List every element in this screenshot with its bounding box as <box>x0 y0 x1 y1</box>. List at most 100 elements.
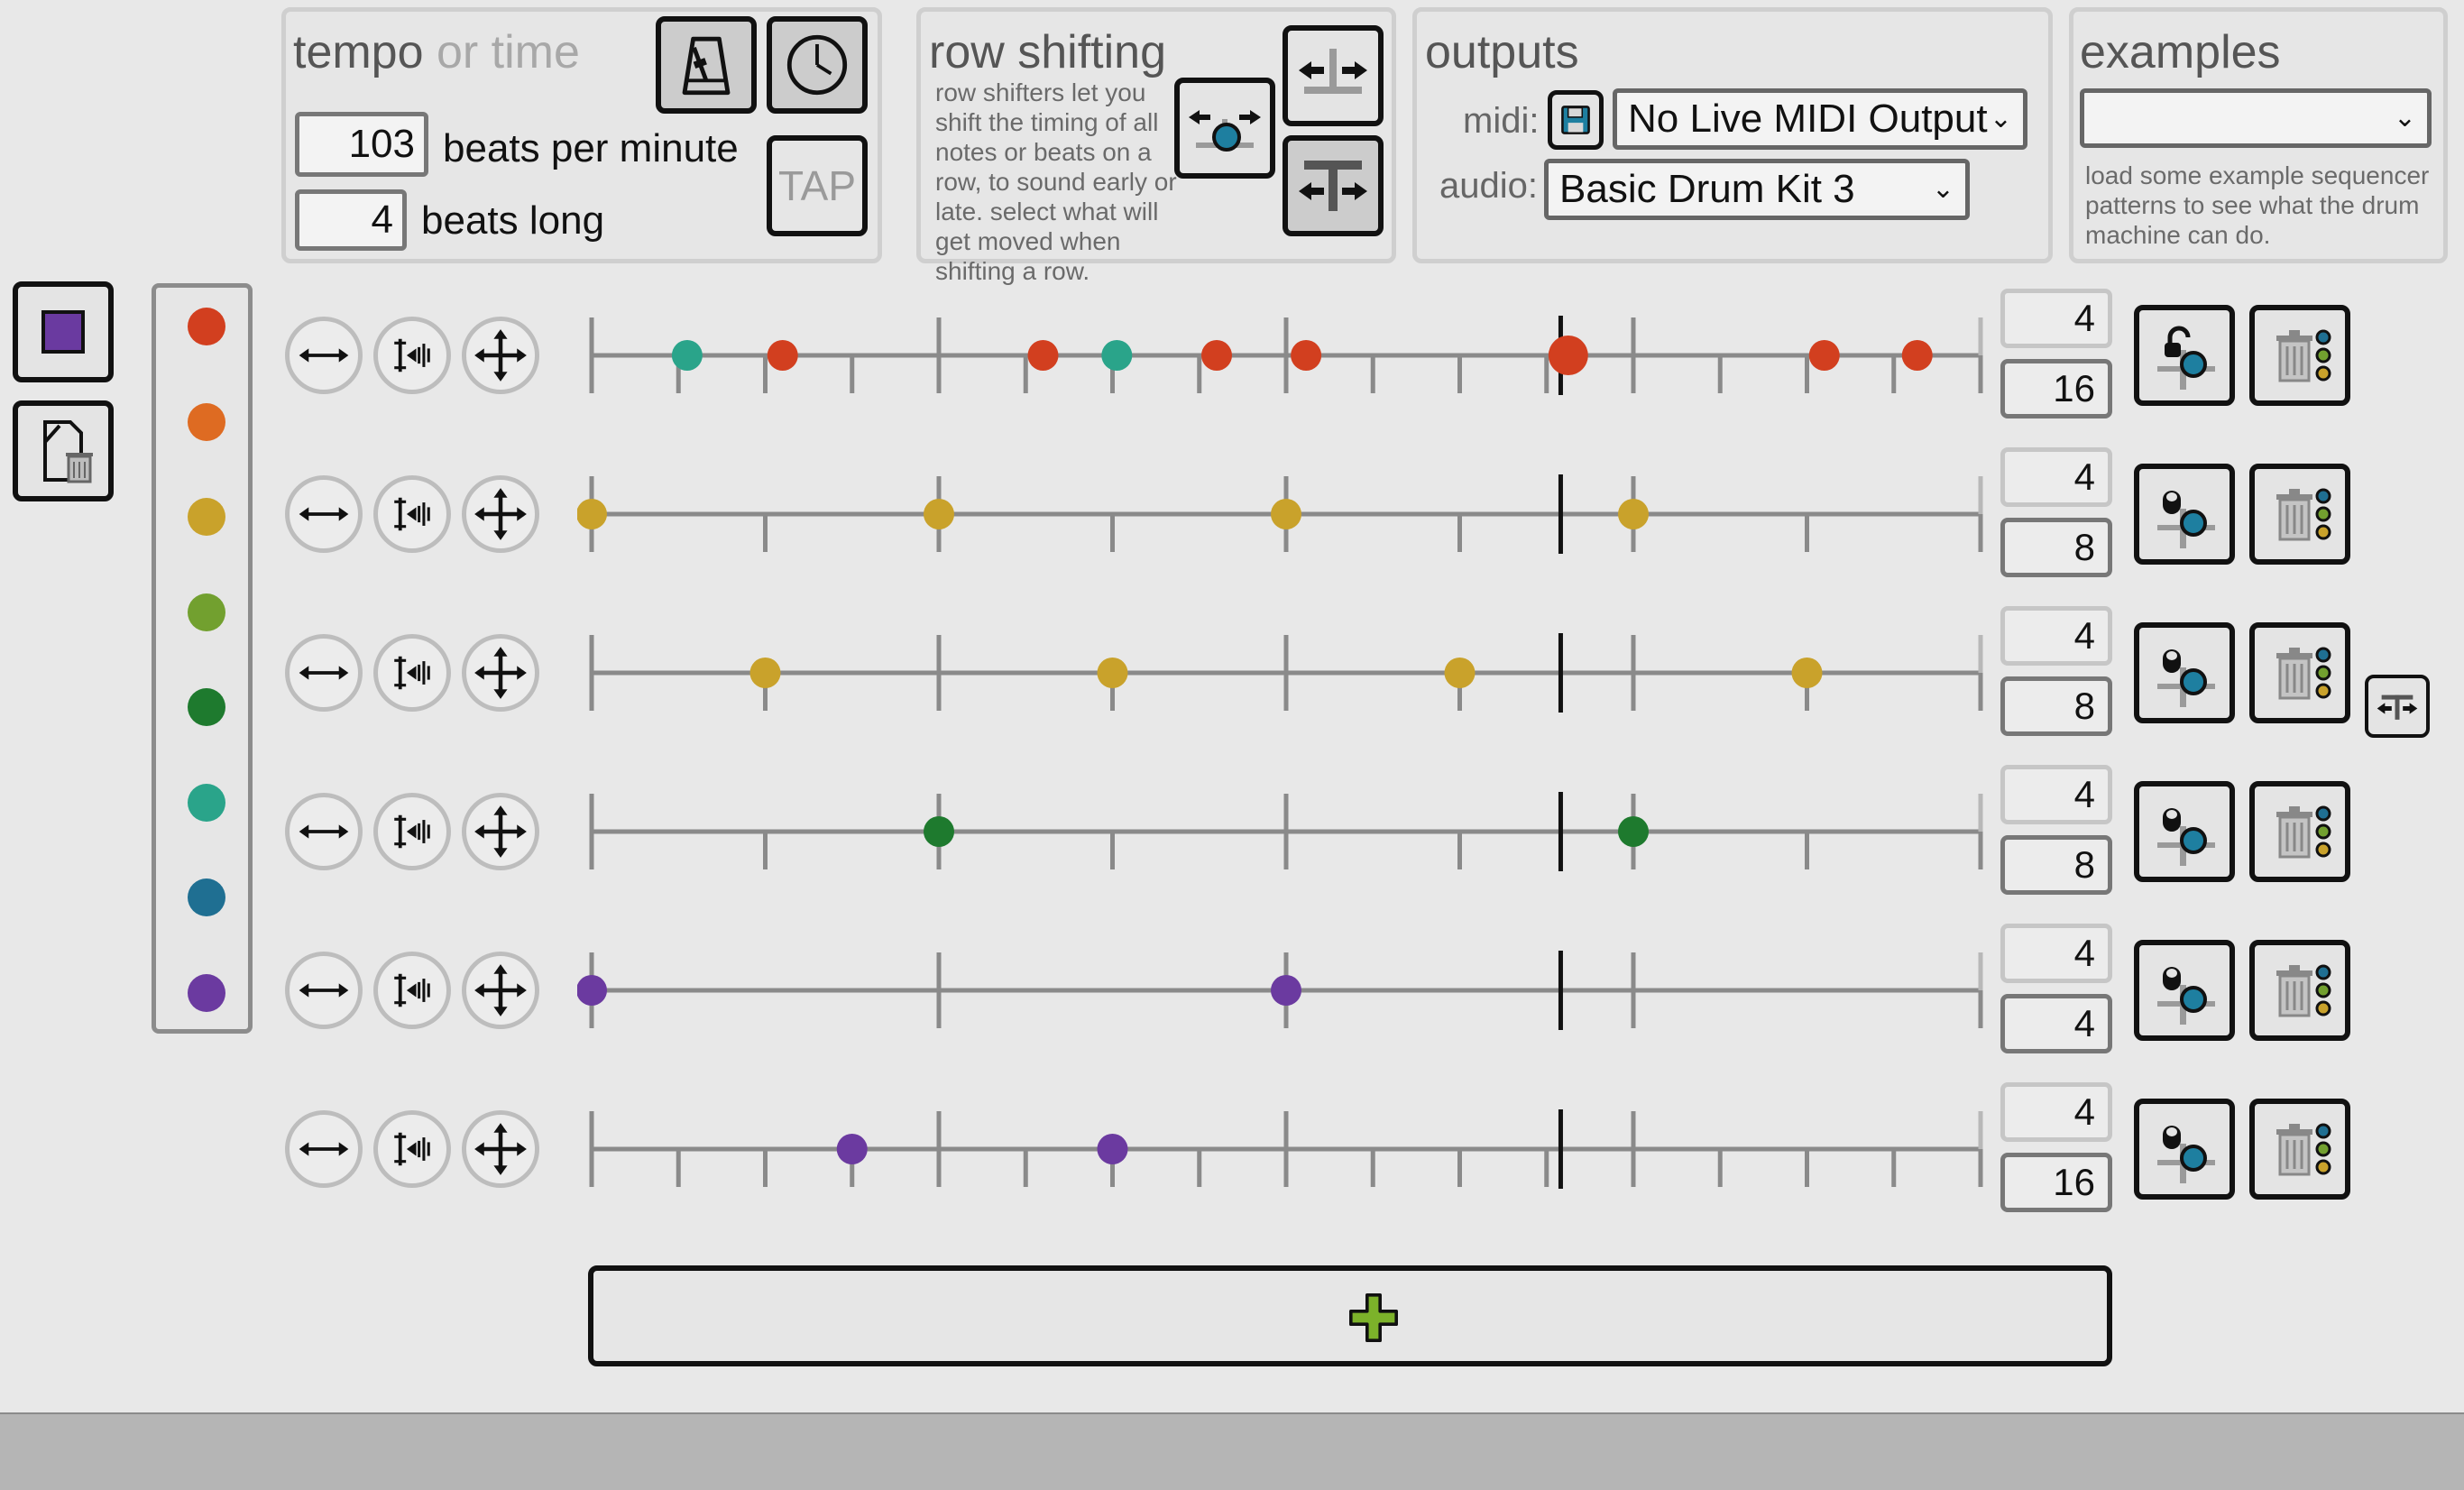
delete-row-button[interactable] <box>2249 781 2350 882</box>
clock-button[interactable] <box>767 16 868 114</box>
shift-notes-icon <box>1189 110 1261 152</box>
note-dot[interactable] <box>1618 499 1649 529</box>
row-timeline[interactable] <box>577 911 1984 1070</box>
midi-output-select[interactable]: No Live MIDI Output ⌄ <box>1613 88 2027 150</box>
stretch-row-button[interactable] <box>373 952 451 1029</box>
note-dot[interactable] <box>749 658 781 688</box>
note-dot[interactable] <box>1097 658 1128 688</box>
row-beats-input[interactable]: 4 <box>2000 447 2112 507</box>
row-instrument-icon <box>2157 1126 2215 1183</box>
note-dot[interactable] <box>767 340 798 371</box>
stretch-row-button[interactable] <box>373 475 451 553</box>
horizontal-arrows-icon <box>299 824 349 839</box>
stretch-row-button[interactable] <box>373 634 451 712</box>
note-dot[interactable] <box>1618 816 1649 847</box>
move-arrows-icon <box>474 805 527 858</box>
note-dot[interactable] <box>671 340 703 371</box>
midi-save-button[interactable] <box>1548 90 1604 150</box>
add-row-button[interactable] <box>588 1265 2112 1366</box>
move-row-button[interactable] <box>462 317 539 394</box>
shift-grid-mode-button[interactable] <box>1283 135 1384 236</box>
row-instrument-button[interactable] <box>2134 940 2235 1041</box>
shift-row-button[interactable] <box>285 475 363 553</box>
note-dot[interactable] <box>1548 336 1588 375</box>
note-dot[interactable] <box>1291 340 1322 371</box>
shift-row-button[interactable] <box>285 952 363 1029</box>
note-dot[interactable] <box>1808 340 1840 371</box>
row-instrument-button[interactable] <box>2134 464 2235 565</box>
row-timeline[interactable] <box>577 1070 1984 1228</box>
note-dot[interactable] <box>924 816 954 847</box>
row-instrument-button[interactable] <box>2134 305 2235 406</box>
audio-kit-select[interactable]: Basic Drum Kit 3 ⌄ <box>1544 159 1970 220</box>
note-dot[interactable] <box>1791 658 1823 688</box>
note-dot[interactable] <box>1097 1134 1128 1164</box>
shift-row-button[interactable] <box>285 634 363 712</box>
row-instrument-button[interactable] <box>2134 622 2235 723</box>
row-timeline[interactable] <box>577 752 1984 911</box>
move-arrows-icon <box>474 647 527 699</box>
row-subdivisions-input[interactable]: 8 <box>2000 676 2112 736</box>
tempo-title: tempo or time <box>293 25 580 79</box>
row-instrument-button[interactable] <box>2134 781 2235 882</box>
move-arrows-icon <box>474 964 527 1016</box>
note-dot[interactable] <box>1027 340 1059 371</box>
sequencer-row: 48 <box>0 435 2464 593</box>
note-dot[interactable] <box>577 499 607 529</box>
move-row-button[interactable] <box>462 475 539 553</box>
row-timeline[interactable] <box>577 593 1984 752</box>
row-beats-input[interactable]: 4 <box>2000 606 2112 666</box>
move-row-button[interactable] <box>462 793 539 870</box>
stretch-icon <box>394 656 430 690</box>
row-beats-input[interactable]: 4 <box>2000 1082 2112 1142</box>
shift-row-button[interactable] <box>285 1110 363 1188</box>
row-subdivisions-input[interactable]: 4 <box>2000 994 2112 1053</box>
row-instrument-button[interactable] <box>2134 1099 2235 1200</box>
row-shift-side-button[interactable] <box>2365 675 2430 738</box>
beats-long-input[interactable]: 4 <box>295 189 407 251</box>
note-dot[interactable] <box>1444 658 1476 688</box>
trash-icon <box>2276 647 2331 700</box>
metronome-button[interactable] <box>656 16 757 114</box>
move-row-button[interactable] <box>462 1110 539 1188</box>
note-dot[interactable] <box>1271 975 1301 1006</box>
row-subdivisions-input[interactable]: 16 <box>2000 1153 2112 1212</box>
shift-row-button[interactable] <box>285 317 363 394</box>
note-dot[interactable] <box>836 1134 868 1164</box>
row-beats-input[interactable]: 4 <box>2000 924 2112 983</box>
examples-help: load some example sequencer patterns to … <box>2085 161 2430 249</box>
delete-row-button[interactable] <box>2249 305 2350 406</box>
note-dot[interactable] <box>1101 340 1133 371</box>
row-beats-input[interactable]: 4 <box>2000 289 2112 348</box>
stretch-icon <box>394 814 430 849</box>
shift-notes-mode-button[interactable] <box>1174 78 1275 179</box>
bpm-input[interactable]: 103 <box>295 112 428 177</box>
tap-button[interactable]: TAP <box>767 135 868 236</box>
stretch-icon <box>394 973 430 1007</box>
note-dot[interactable] <box>577 975 607 1006</box>
row-subdivisions-input[interactable]: 16 <box>2000 359 2112 418</box>
delete-row-button[interactable] <box>2249 1099 2350 1200</box>
shift-beats-mode-button[interactable] <box>1283 25 1384 126</box>
row-subdivisions-input[interactable]: 8 <box>2000 835 2112 895</box>
shift-beats-icon <box>1299 49 1367 94</box>
delete-row-button[interactable] <box>2249 940 2350 1041</box>
row-beats-input[interactable]: 4 <box>2000 765 2112 824</box>
stretch-row-button[interactable] <box>373 317 451 394</box>
note-dot[interactable] <box>1271 499 1301 529</box>
move-row-button[interactable] <box>462 634 539 712</box>
note-dot[interactable] <box>924 499 954 529</box>
row-subdivisions-input[interactable]: 8 <box>2000 518 2112 577</box>
shift-row-button[interactable] <box>285 793 363 870</box>
row-timeline[interactable] <box>577 276 1984 435</box>
stretch-row-button[interactable] <box>373 1110 451 1188</box>
note-dot[interactable] <box>1901 340 1933 371</box>
delete-row-button[interactable] <box>2249 622 2350 723</box>
examples-select[interactable]: ⌄ <box>2080 88 2432 148</box>
audio-kit-value: Basic Drum Kit 3 <box>1559 167 1855 211</box>
stretch-row-button[interactable] <box>373 793 451 870</box>
note-dot[interactable] <box>1201 340 1232 371</box>
delete-row-button[interactable] <box>2249 464 2350 565</box>
row-timeline[interactable] <box>577 435 1984 593</box>
move-row-button[interactable] <box>462 952 539 1029</box>
